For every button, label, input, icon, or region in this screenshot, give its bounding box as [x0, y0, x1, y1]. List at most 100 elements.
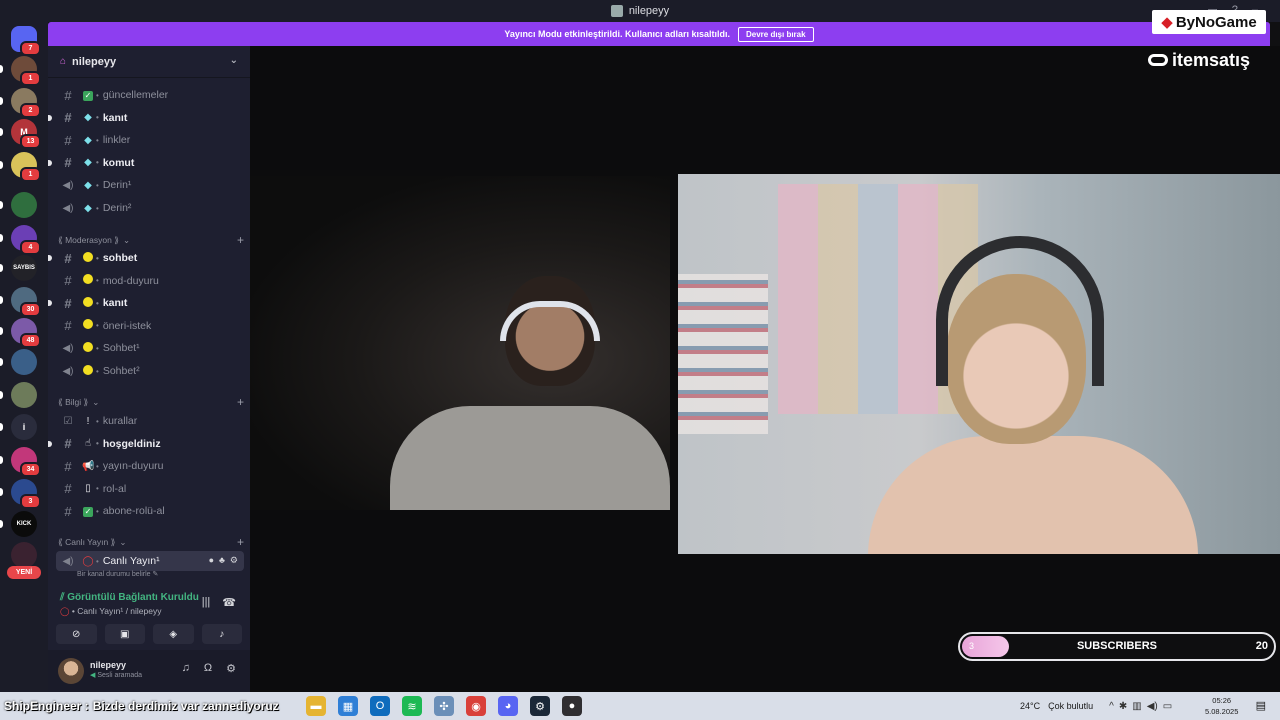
mention-badge: 1 — [20, 167, 41, 182]
check-emoji-icon: ✓ — [83, 506, 93, 517]
disable-streamer-mode-button[interactable]: Devre dışı bırak — [737, 26, 814, 42]
volume-icon[interactable]: ◀) — [1147, 701, 1158, 712]
server-header[interactable]: ⌂ nilepeyy ⌄ — [48, 46, 250, 78]
text-channel[interactable]: # • öneri-istek — [56, 316, 244, 336]
voice-channel[interactable]: ◀) ◆ • Derin¹ — [56, 175, 244, 195]
chevron-up-icon[interactable]: ^ — [1109, 701, 1114, 712]
server-icon[interactable] — [0, 192, 37, 218]
channel-status-prompt[interactable]: Bir kanal durumu belirle ✎ — [77, 570, 158, 578]
chrome-icon[interactable]: ◉ — [466, 696, 486, 716]
server-icon[interactable]: 1 — [0, 152, 41, 182]
server-icon[interactable]: M 13 — [0, 119, 41, 149]
category-bilgi[interactable]: ⟪ Bilgi ⟫ ⌄ + — [58, 395, 244, 409]
server-icon[interactable] — [0, 382, 37, 408]
screen-share-icon: ▣ — [120, 628, 130, 640]
store-icon[interactable]: ▦ — [338, 696, 358, 716]
camera-off-button[interactable]: ⊘ — [56, 624, 97, 644]
gear-icon[interactable]: ⚙ — [226, 662, 236, 675]
screen-share-button[interactable]: ▣ — [104, 624, 145, 644]
server-icon[interactable]: 34 — [0, 447, 41, 477]
microphone-icon[interactable]: ♫ — [182, 662, 190, 675]
mention-badge: 13 — [20, 134, 41, 149]
text-channel[interactable]: # • kanıt — [48, 293, 244, 313]
text-channel[interactable]: # ☝ • hoşgeldiniz — [48, 434, 244, 454]
disconnect-icon[interactable]: ☎ — [222, 596, 236, 609]
activity-button[interactable]: ◈ — [153, 624, 194, 644]
discord-home-icon[interactable]: 7 — [11, 26, 41, 56]
gem-emoji-icon: ◆ — [84, 202, 92, 214]
voice-channel-path[interactable]: ◯ • Canlı Yayın¹ / nilepeyy — [60, 606, 161, 617]
add-channel-icon[interactable]: + — [237, 535, 244, 549]
chevron-down-icon: ⌄ — [92, 396, 100, 407]
notifications-icon[interactable]: ▤ — [1256, 699, 1266, 712]
server-icon[interactable]: i — [0, 414, 37, 440]
server-icon[interactable]: 1 — [0, 56, 41, 86]
mention-badge: 48 — [20, 333, 41, 348]
voice-channel[interactable]: ◀) • Sohbet² — [56, 361, 244, 381]
yellow-circle-icon — [83, 296, 93, 307]
hash-icon: # — [64, 295, 72, 311]
text-channel[interactable]: # ✓ • güncellemeler — [56, 85, 244, 105]
battery-icon[interactable]: ▭ — [1163, 701, 1172, 712]
mention-badge: 34 — [20, 462, 41, 477]
server-icon[interactable]: 48 — [0, 318, 41, 348]
text-channel[interactable]: # ✓ • abone-rolü-al — [56, 501, 244, 521]
outlook-icon[interactable]: O — [370, 696, 390, 716]
chat-icon[interactable]: ● — [209, 555, 214, 566]
add-channel-icon[interactable]: + — [237, 233, 244, 247]
unread-indicator — [48, 114, 52, 121]
category-canli-yayin[interactable]: ⟪ Canlı Yayın ⟫ ⌄ + — [58, 535, 244, 549]
headphones-icon[interactable]: Ω — [204, 662, 212, 675]
text-channel[interactable]: # ▯ • rol-al — [56, 479, 244, 499]
webcam-tile-right[interactable] — [678, 174, 1280, 554]
webcam-tile-left[interactable] — [250, 176, 670, 510]
chevron-down-icon[interactable]: ⌄ — [230, 55, 238, 66]
server-icon[interactable]: 2 — [0, 88, 41, 118]
voice-status[interactable]: ⫽ Görüntülü Bağlantı Kuruldu — [60, 592, 199, 603]
spotify-icon[interactable]: ≋ — [402, 696, 422, 716]
itemsatis-logo-icon — [1148, 54, 1168, 66]
obs-icon[interactable]: ● — [562, 696, 582, 716]
noise-suppression-icon[interactable]: ||| — [202, 596, 211, 609]
text-channel[interactable]: ☑! • kurallar — [56, 411, 244, 431]
text-channel[interactable]: # • sohbet — [48, 248, 244, 268]
steam-icon[interactable]: ⚙ — [530, 696, 550, 716]
discord-icon[interactable]: ◕ — [498, 696, 518, 716]
server-icon[interactable]: 3 — [0, 479, 41, 509]
server-icon[interactable]: 30 — [0, 287, 41, 317]
channel-name: hoşgeldiniz — [102, 437, 161, 450]
text-channel[interactable]: # ◆ • komut — [48, 153, 244, 173]
server-icon[interactable]: KICK — [0, 511, 37, 537]
soundboard-button[interactable]: ♪ — [201, 624, 242, 644]
voice-channel[interactable]: ◀) ◆ • Derin² — [56, 198, 244, 218]
clock-date: 5.08.2025 — [1205, 707, 1239, 716]
server-icon[interactable]: SAYBIS — [0, 255, 37, 281]
weather-temp[interactable]: 24°C — [1020, 701, 1040, 711]
server-icon[interactable] — [0, 349, 37, 375]
gear-icon[interactable]: ⚙ — [230, 555, 238, 566]
subscriber-goal: 20 — [1255, 640, 1268, 652]
text-channel[interactable]: # 📢 • yayın-duyuru — [56, 456, 244, 476]
voice-channel-live[interactable]: ◀) ◯ • Canlı Yayın¹ ● ♣ ⚙ — [56, 551, 244, 571]
network-icon[interactable]: ✣ — [434, 696, 454, 716]
text-channel[interactable]: # • mod-duyuru — [56, 271, 244, 291]
invite-icon[interactable]: ♣ — [219, 555, 225, 566]
server-icon[interactable] — [11, 542, 37, 568]
folder-icon[interactable]: ▬ — [306, 696, 326, 716]
gem-emoji-icon: ◆ — [84, 157, 92, 169]
text-channel[interactable]: # ◆ • linkler — [56, 130, 244, 150]
server-icon[interactable]: 4 — [0, 225, 41, 255]
hash-icon: # — [64, 132, 72, 148]
text-channel[interactable]: # ◆ • kanıt — [48, 108, 244, 128]
network-icon[interactable]: ▥ — [1132, 701, 1141, 712]
bluetooth-icon[interactable]: ✱ — [1119, 701, 1127, 712]
hash-icon: # — [64, 273, 72, 289]
new-badge[interactable]: YENİ — [7, 566, 41, 579]
channel-name: kurallar — [102, 415, 138, 427]
add-channel-icon[interactable]: + — [237, 395, 244, 409]
weather-text[interactable]: Çok bulutlu — [1048, 701, 1093, 711]
clock[interactable]: 05:26 5.08.2025 — [1205, 695, 1238, 717]
voice-channel[interactable]: ◀) • Sohbet¹ — [56, 338, 244, 358]
category-moderasyon[interactable]: ⟪ Moderasyon ⟫ ⌄ + — [58, 233, 244, 247]
avatar[interactable] — [58, 658, 84, 684]
